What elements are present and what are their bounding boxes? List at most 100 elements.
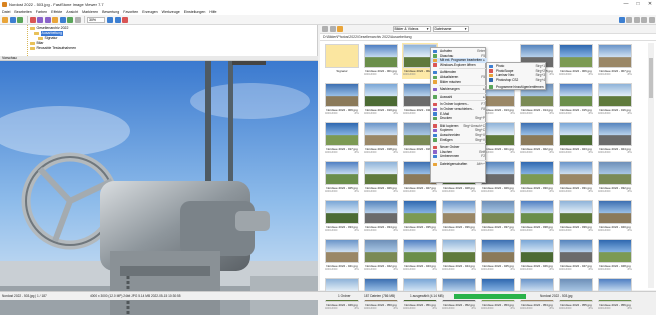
context-menu-item[interactable]: Drucken Strg+P [431, 116, 487, 121]
thumbnail-dimensions: 4000x3000 [364, 112, 377, 115]
thumbnail[interactable]: Nordsee 2022 - 017.jpg 4000x3000 JPG [324, 121, 360, 157]
menu-ansicht[interactable]: Ansicht [66, 10, 78, 14]
fullscreen-icon[interactable] [122, 16, 128, 23]
layout-icon[interactable] [648, 16, 655, 23]
print-icon[interactable] [59, 16, 66, 23]
thumbnail[interactable]: Nordsee 2022 - 045.jpg 4000x3000 JPG [480, 238, 516, 274]
menu-hilfe[interactable]: Hilfe [209, 10, 216, 14]
submenu-item[interactable]: Photoshop CS2 Strg+4 [487, 78, 547, 83]
view-filmstrip-icon[interactable] [641, 16, 647, 23]
zoom-select[interactable]: 30% [87, 16, 105, 23]
thumbnail[interactable]: Nordsee 2022 - 022.jpg 4000x3000 JPG [519, 121, 555, 157]
thumbnail[interactable]: Nordsee 2022 - 048.jpg 4000x3000 JPG [597, 238, 633, 274]
address-bar[interactable]: D:\Bilder\Photos\2022\Gesellenarchiv 202… [320, 34, 656, 41]
zoom-out-icon[interactable] [114, 16, 121, 23]
menu-favoriten[interactable]: Favoriten [123, 10, 138, 14]
context-menu-item[interactable]: Bilder mischen [431, 80, 487, 85]
rotate-left-icon[interactable] [37, 16, 43, 23]
menu-werkzeuge[interactable]: Werkzeuge [162, 10, 180, 14]
thumbnail-dimensions: 4000x3000 [403, 190, 416, 193]
thumbnail-dimensions: 4000x3000 [520, 151, 533, 154]
thumbnail-image [364, 83, 398, 107]
forward-icon[interactable] [329, 26, 336, 32]
thumbnail[interactable]: Nordsee 2022 - 010.jpg 4000x3000 JPG [363, 82, 399, 118]
thumbnail[interactable]: Nordsee 2022 - 038.jpg 4000x3000 JPG [519, 199, 555, 235]
thumbnail[interactable]: Nordsee 2022 - 044.jpg 4000x3000 JPG [441, 238, 477, 274]
thumbnail[interactable]: Nordsee 2022 - 047.jpg 4000x3000 JPG [558, 238, 594, 274]
thumbnail[interactable]: Nordsee 2022 - 009.jpg 4000x3000 JPG [324, 82, 360, 118]
image-preview[interactable] [0, 61, 318, 315]
thumbnail[interactable]: Nordsee 2022 - 023.jpg 4000x3000 JPG [558, 121, 594, 157]
thumbnail[interactable]: Nordsee 2022 - 042.jpg 4000x3000 JPG [363, 238, 399, 274]
menu-bewertung[interactable]: Bewertung [102, 10, 119, 14]
thumbnail[interactable]: Nordsee 2022 - 040.jpg 4000x3000 JPG [597, 199, 633, 235]
thumbnail[interactable]: Nordsee 2022 - 034.jpg 4000x3000 JPG [363, 199, 399, 235]
email-icon[interactable] [52, 16, 58, 23]
thumbnail-image [520, 161, 554, 185]
save-icon[interactable] [9, 16, 16, 23]
thumbnail[interactable]: Nordsee 2022 - 026.jpg 4000x3000 JPG [363, 160, 399, 196]
browse-icon[interactable] [17, 16, 23, 23]
maximize-button[interactable]: □ [632, 0, 644, 8]
menu-einstellungen[interactable]: Einstellungen [184, 10, 206, 14]
thumbnail-type: JPG [588, 73, 593, 76]
slideshow-icon[interactable] [67, 16, 73, 23]
thumbnail[interactable]: Nordsee 2022 - 001.jpg 4000x3000 JPG [363, 43, 399, 79]
delete-icon[interactable] [29, 16, 36, 23]
open-folder-icon[interactable] [2, 16, 8, 23]
scrollbar[interactable] [648, 43, 654, 288]
thumbnail[interactable]: Nordsee 2022 - 046.jpg 4000x3000 JPG [519, 238, 555, 274]
filter-select[interactable]: Bilder & Videos ▾ [392, 26, 431, 32]
thumbnail[interactable]: Signatur [324, 43, 360, 79]
thumbnail[interactable]: Nordsee 2022 - 015.jpg 4000x3000 JPG [558, 82, 594, 118]
menu-markieren[interactable]: Markieren [82, 10, 98, 14]
settings-icon[interactable] [74, 16, 81, 23]
thumbnail[interactable]: Nordsee 2022 - 037.jpg 4000x3000 JPG [480, 199, 516, 235]
menu-bearbeiten[interactable]: Bearbeiten [14, 10, 31, 14]
thumbnail[interactable]: Nordsee 2022 - 043.jpg 4000x3000 JPG [402, 238, 438, 274]
menu-datei[interactable]: Datei [2, 10, 10, 14]
minimize-button[interactable]: — [620, 0, 632, 8]
scrollbar-thumb[interactable] [649, 58, 653, 98]
close-button[interactable]: ✕ [644, 0, 656, 8]
thumbnail[interactable]: Nordsee 2022 - 016.jpg 4000x3000 JPG [597, 82, 633, 118]
menu-effekte[interactable]: Effekte [51, 10, 62, 14]
menu-farben[interactable]: Farben [36, 10, 47, 14]
thumbnail[interactable]: Nordsee 2022 - 039.jpg 4000x3000 JPG [558, 199, 594, 235]
thumbnail-image [403, 239, 437, 263]
thumbnail-dimensions: 4000x3000 [559, 112, 572, 115]
menu-item-icon [433, 75, 437, 79]
sort-select[interactable]: Dateiname ▾ [432, 26, 469, 32]
thumbnail[interactable]: Nordsee 2022 - 006.jpg 4000x3000 JPG [558, 43, 594, 79]
context-menu-item[interactable]: Einfügen Strg+V [431, 138, 487, 143]
thumbnail[interactable]: Nordsee 2022 - 033.jpg 4000x3000 JPG [324, 199, 360, 235]
context-menu-item[interactable]: Markierungen ▸ [431, 87, 487, 92]
thumbnail[interactable]: Nordsee 2022 - 024.jpg 4000x3000 JPG [597, 121, 633, 157]
back-icon[interactable] [322, 26, 328, 32]
thumbnail[interactable]: Nordsee 2022 - 031.jpg 4000x3000 JPG [558, 160, 594, 196]
thumbnail[interactable]: Nordsee 2022 - 025.jpg 4000x3000 JPG [324, 160, 360, 196]
up-folder-icon[interactable] [337, 26, 343, 32]
tree-item[interactable]: Reusable Testaufnahmen [30, 46, 76, 51]
context-menu-item[interactable]: Umbenennen F2 [431, 154, 487, 159]
thumbnail[interactable]: Nordsee 2022 - 032.jpg 4000x3000 JPG [597, 160, 633, 196]
submenu-item[interactable]: Programme hinzufügen/entfernen [487, 85, 547, 90]
context-menu-item[interactable]: Auswahl ▸ [431, 95, 487, 100]
menu-erzeugen[interactable]: Erzeugen [142, 10, 157, 14]
thumbnail-type: JPG [588, 307, 593, 310]
context-menu-item[interactable]: Dateieigenschaften Alt+↵ [431, 162, 487, 167]
thumbnail[interactable]: Nordsee 2022 - 007.jpg 4000x3000 JPG [597, 43, 633, 79]
thumbnail[interactable]: Nordsee 2022 - 035.jpg 4000x3000 JPG [402, 199, 438, 235]
rotate-right-icon[interactable] [44, 16, 51, 23]
thumbnail[interactable]: Nordsee 2022 - 030.jpg 4000x3000 JPG [519, 160, 555, 196]
thumbnail-meta: 4000x3000 JPG [559, 229, 593, 232]
context-menu-item[interactable]: Windows-Explorer öffnen [431, 63, 487, 68]
view-details-icon[interactable] [626, 16, 632, 23]
view-list-icon[interactable] [633, 16, 640, 23]
thumbnail[interactable]: Nordsee 2022 - 018.jpg 4000x3000 JPG [363, 121, 399, 157]
thumbnail[interactable]: Nordsee 2022 - 041.jpg 4000x3000 JPG [324, 238, 360, 274]
zoom-in-icon[interactable] [107, 16, 113, 23]
thumbnail[interactable]: Nordsee 2022 - 036.jpg 4000x3000 JPG [441, 199, 477, 235]
view-thumbnails-icon[interactable] [618, 16, 625, 23]
menu-item-icon [433, 133, 437, 137]
